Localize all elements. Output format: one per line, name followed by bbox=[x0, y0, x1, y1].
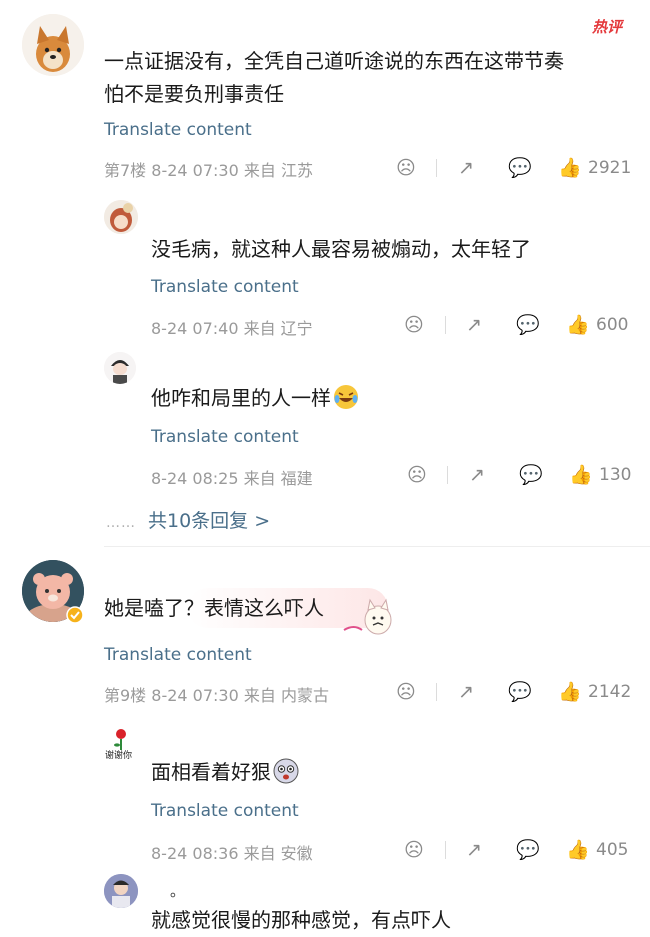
avatar-caption: 谢谢你 bbox=[105, 751, 133, 761]
comment-text-line: 一点证据没有，全凭自己道听途说的东西在这带节奏 bbox=[104, 49, 564, 73]
view-more-replies-link[interactable]: …… 共10条回复 > bbox=[106, 506, 270, 533]
comment-text-line: 怕不是要负刑事责任 bbox=[104, 82, 284, 106]
comment-divider bbox=[104, 546, 650, 547]
reply-text-content: 他咋和局里的人一样 bbox=[151, 386, 331, 410]
reply-avatar[interactable] bbox=[104, 874, 138, 908]
comment-meta: 第9楼 8-24 07:30 来自 内蒙古 bbox=[104, 686, 329, 705]
cat-sticker-icon bbox=[343, 598, 392, 635]
translate-button[interactable]: Translate content bbox=[151, 277, 299, 297]
dislike-icon[interactable]: ☹ bbox=[407, 465, 427, 485]
like-icon[interactable]: 👍 bbox=[558, 158, 582, 178]
like-icon[interactable]: 👍 bbox=[569, 465, 593, 485]
like-count: 130 bbox=[599, 465, 632, 485]
reply-meta: 8-24 08:36 来自 安徽 bbox=[151, 844, 313, 863]
reply-avatar[interactable] bbox=[104, 200, 138, 234]
share-icon[interactable]: ↗ bbox=[466, 840, 482, 860]
comment-icon[interactable]: 💬 bbox=[516, 315, 540, 335]
dislike-icon[interactable]: ☹ bbox=[396, 158, 416, 178]
like-count: 405 bbox=[596, 840, 629, 860]
more-dots: …… bbox=[106, 515, 136, 531]
reply-meta: 8-24 07:40 来自 辽宁 bbox=[151, 319, 313, 338]
reply-text-fragment: 。 bbox=[170, 882, 186, 900]
comment-text: 一点证据没有，全凭自己道听途说的东西在这带节奏 怕不是要负刑事责任 bbox=[104, 45, 624, 111]
more-replies-label: 共10条回复 > bbox=[148, 510, 271, 532]
comment-icon[interactable]: 💬 bbox=[508, 682, 532, 702]
reply-avatar[interactable] bbox=[104, 352, 136, 384]
reply-text: 他咋和局里的人一样 bbox=[151, 382, 359, 415]
share-icon[interactable]: ↗ bbox=[458, 158, 474, 178]
share-icon[interactable]: ↗ bbox=[469, 465, 485, 485]
commenter-avatar[interactable] bbox=[22, 14, 84, 76]
like-count: 2921 bbox=[588, 158, 632, 178]
like-icon[interactable]: 👍 bbox=[566, 315, 590, 335]
translate-button[interactable]: Translate content bbox=[104, 120, 252, 140]
comment-meta: 第7楼 8-24 07:30 来自 江苏 bbox=[104, 161, 313, 180]
reply-meta: 8-24 08:25 来自 福建 bbox=[151, 469, 313, 488]
translate-button[interactable]: Translate content bbox=[104, 645, 252, 665]
like-count: 2142 bbox=[588, 682, 632, 702]
comment-text: 她是嗑了？表情这么吓人 bbox=[104, 596, 324, 620]
like-count: 600 bbox=[596, 315, 629, 335]
reply-text-content: 面相看着好狠 bbox=[151, 760, 271, 784]
reply-text: 没毛病，就这种人最容易被煽动，太年轻了 bbox=[151, 237, 531, 261]
reply-text: 就感觉很慢的那种感觉，有点吓人 bbox=[151, 908, 451, 932]
share-icon[interactable]: ↗ bbox=[458, 682, 474, 702]
person-photo-avatar-icon bbox=[104, 874, 138, 908]
hot-comment-badge: 热评 bbox=[592, 18, 623, 36]
comment-icon[interactable]: 💬 bbox=[508, 158, 532, 178]
cartoon-person-avatar-icon bbox=[104, 352, 136, 384]
translate-button[interactable]: Translate content bbox=[151, 801, 299, 821]
share-icon[interactable]: ↗ bbox=[466, 315, 482, 335]
dislike-icon[interactable]: ☹ bbox=[396, 682, 416, 702]
reply-text: 面相看着好狠 bbox=[151, 756, 299, 789]
like-icon[interactable]: 👍 bbox=[558, 682, 582, 702]
anime-avatar-icon bbox=[104, 200, 138, 234]
comment-icon[interactable]: 💬 bbox=[516, 840, 540, 860]
comment-icon[interactable]: 💬 bbox=[519, 465, 543, 485]
verified-badge-icon bbox=[66, 606, 84, 624]
laughing-crying-emoji-icon bbox=[334, 385, 358, 409]
divider bbox=[447, 466, 448, 484]
divider bbox=[445, 316, 446, 334]
divider bbox=[445, 841, 446, 859]
scared-face-emoji-icon bbox=[273, 758, 299, 784]
dislike-icon[interactable]: ☹ bbox=[404, 840, 424, 860]
divider bbox=[436, 159, 437, 177]
dislike-icon[interactable]: ☹ bbox=[404, 315, 424, 335]
like-icon[interactable]: 👍 bbox=[566, 840, 590, 860]
translate-button[interactable]: Translate content bbox=[151, 427, 299, 447]
divider bbox=[436, 683, 437, 701]
shiba-dog-avatar-icon bbox=[22, 14, 84, 76]
